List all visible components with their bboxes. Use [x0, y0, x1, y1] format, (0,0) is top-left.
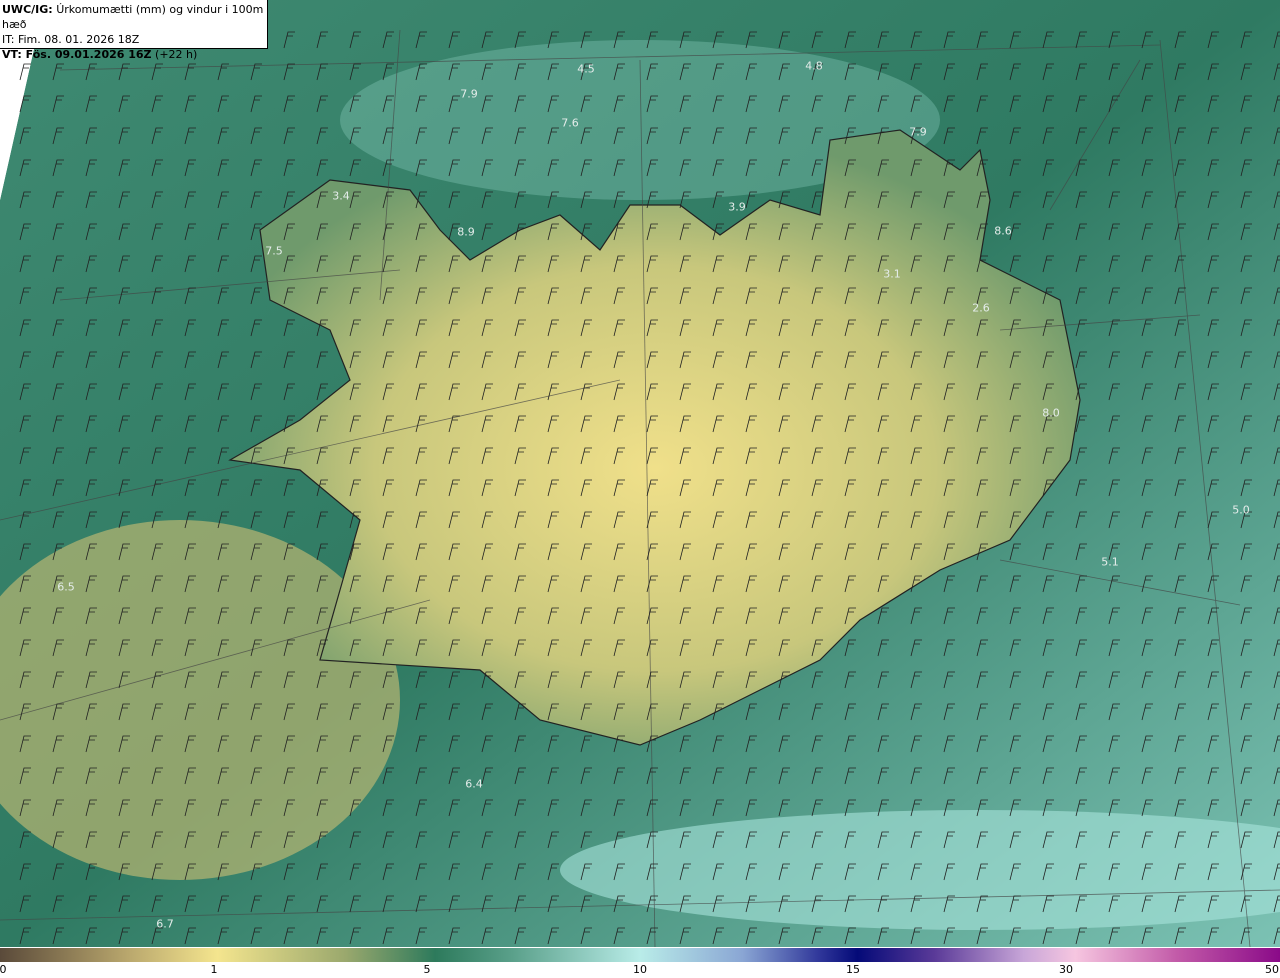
- value-label: 3.9: [728, 200, 746, 214]
- colorbar: [0, 948, 1280, 962]
- initial-time: IT: Fim. 08. 01. 2026 18Z: [2, 33, 140, 46]
- value-label: 6.4: [465, 777, 483, 791]
- value-label: 7.6: [561, 116, 579, 130]
- value-label: 7.9: [460, 87, 478, 101]
- valid-time: VT: Fös. 09.01.2026 16Z: [2, 48, 152, 61]
- value-label: 3.1: [883, 267, 901, 281]
- colorbar-tick: 1: [210, 963, 218, 976]
- colorbar-tick: 0: [0, 963, 7, 976]
- map-header: UWC/IG: Úrkomumætti (mm) og vindur i 100…: [0, 0, 268, 61]
- colorbar-tick: 10: [633, 963, 647, 976]
- value-label: 7.9: [909, 125, 927, 139]
- value-label: 8.0: [1042, 406, 1060, 420]
- value-label: 7.5: [265, 244, 283, 258]
- value-label: 8.9: [457, 225, 475, 239]
- colorbar-tick: 15: [846, 963, 860, 976]
- model-label: UWC/IG:: [2, 3, 53, 16]
- value-label: 2.6: [972, 301, 990, 315]
- value-label: 4.8: [805, 59, 823, 73]
- value-label: 8.6: [994, 224, 1012, 238]
- value-label: 4.5: [577, 62, 595, 76]
- value-label: 6.7: [156, 917, 174, 931]
- value-label: 3.4: [332, 189, 350, 203]
- colorbar-tick: 5: [423, 963, 431, 976]
- precipitation-wind-map: [0, 0, 1280, 947]
- colorbar-tick: 50: [1265, 963, 1279, 976]
- colorbar-tick: 30: [1059, 963, 1073, 976]
- value-label: 5.0: [1232, 503, 1250, 517]
- lead-time: (+22 h): [155, 48, 198, 61]
- value-label: 5.1: [1101, 555, 1119, 569]
- value-label: 6.5: [57, 580, 75, 594]
